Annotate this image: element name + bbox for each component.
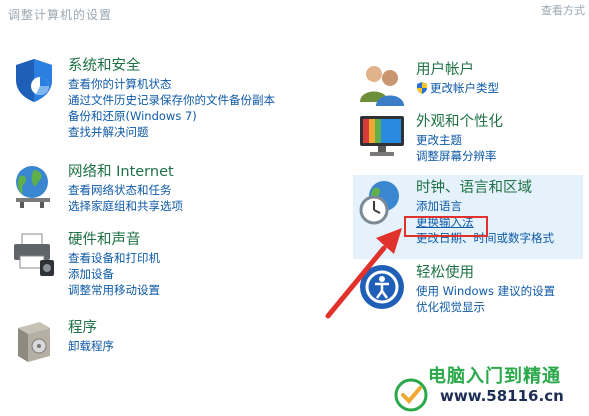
link-add-device[interactable]: 添加设备 — [68, 266, 160, 282]
category-title-programs[interactable]: 程序 — [68, 318, 114, 338]
link-recommended-settings[interactable]: 使用 Windows 建议的设置 — [416, 283, 555, 299]
shield-icon — [16, 59, 52, 102]
watermark-url: www.58116.cn — [440, 387, 564, 405]
link-change-account-type[interactable]: 更改帐户类型 — [416, 80, 499, 96]
category-title-system-security[interactable]: 系统和安全 — [68, 56, 275, 76]
control-panel: 调整计算机的设置 查看方式 系统和安全 查看你的计算机状态 通过文件历史记录保存… — [0, 0, 589, 416]
programs-box-icon — [18, 322, 50, 362]
printer-icon — [14, 233, 54, 276]
link-mobility-settings[interactable]: 调整常用移动设置 — [68, 282, 160, 298]
globe-network-icon — [16, 166, 50, 208]
uac-shield-icon — [417, 82, 427, 94]
category-title-hardware-sound[interactable]: 硬件和声音 — [68, 230, 160, 250]
clock-globe-icon — [359, 181, 399, 225]
link-homegroup-sharing[interactable]: 选择家庭组和共享选项 — [68, 198, 183, 214]
link-file-history[interactable]: 通过文件历史记录保存你的文件备份副本 — [68, 92, 275, 108]
watermark-logo — [394, 378, 428, 412]
monitor-icon — [360, 116, 404, 156]
link-add-language[interactable]: 添加语言 — [416, 198, 554, 214]
link-uninstall-program[interactable]: 卸载程序 — [68, 338, 114, 354]
link-network-status[interactable]: 查看网络状态和任务 — [68, 182, 183, 198]
link-devices-printers[interactable]: 查看设备和打印机 — [68, 250, 160, 266]
page-title: 调整计算机的设置 — [8, 8, 113, 22]
users-icon — [360, 66, 404, 106]
link-view-computer-status[interactable]: 查看你的计算机状态 — [68, 76, 275, 92]
category-title-clock-language-region[interactable]: 时钟、语言和区域 — [416, 178, 554, 198]
highlight-box — [404, 216, 488, 237]
view-mode-label[interactable]: 查看方式 — [541, 2, 585, 18]
category-title-user-accounts[interactable]: 用户帐户 — [416, 60, 499, 80]
category-title-appearance[interactable]: 外观和个性化 — [416, 112, 503, 132]
watermark-text: 电脑入门到精通 — [428, 366, 561, 387]
link-backup-restore[interactable]: 备份和还原(Windows 7) — [68, 108, 275, 124]
link-screen-resolution[interactable]: 调整屏幕分辨率 — [416, 148, 503, 164]
link-optimize-visual-display[interactable]: 优化视觉显示 — [416, 299, 555, 315]
link-change-account-type-label: 更改帐户类型 — [430, 81, 499, 95]
category-title-ease-of-access[interactable]: 轻松使用 — [416, 263, 555, 283]
link-troubleshoot[interactable]: 查找并解决问题 — [68, 124, 275, 140]
category-title-network-internet[interactable]: 网络和 Internet — [68, 162, 183, 182]
annotation-arrow — [325, 228, 402, 319]
link-change-theme[interactable]: 更改主题 — [416, 132, 503, 148]
